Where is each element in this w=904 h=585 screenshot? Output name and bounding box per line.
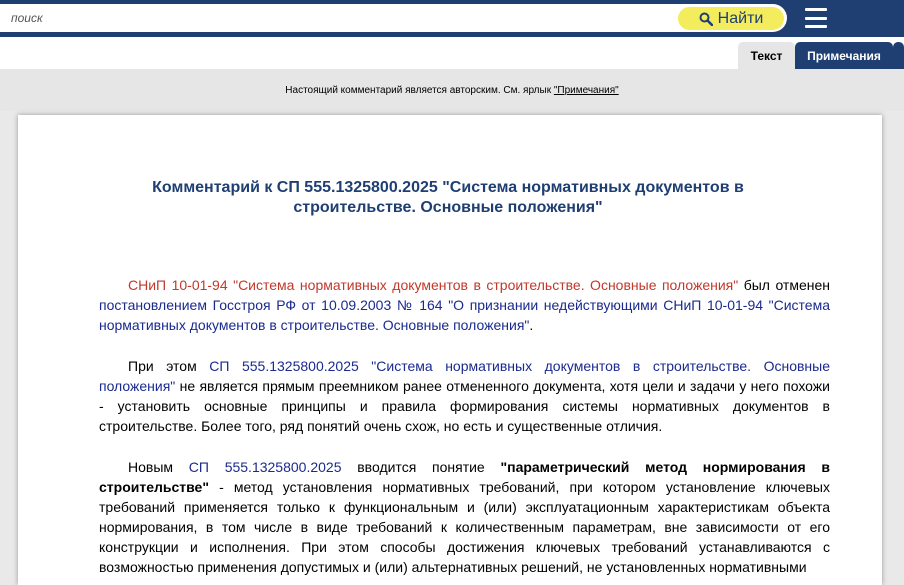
tab-notes[interactable]: Примечания	[795, 42, 893, 69]
paragraph-text: не является прямым преемником ранее отме…	[99, 378, 830, 434]
paragraph-3: Новым СП 555.1325800.2025 вводится понят…	[99, 457, 830, 577]
magnifier-icon	[699, 12, 713, 26]
document-title: Комментарий к СП 555.1325800.2025 "Систе…	[152, 179, 744, 216]
paragraph-text: был отменен	[738, 277, 830, 293]
search-button[interactable]: Найти	[678, 7, 784, 30]
tab-overflow[interactable]	[893, 42, 904, 69]
document-page: Комментарий к СП 555.1325800.2025 "Систе…	[18, 115, 882, 585]
search-input[interactable]	[0, 4, 787, 32]
paragraph-text: .	[529, 317, 534, 333]
paragraph-text: - метод установления нормативных требова…	[99, 479, 830, 575]
paragraph-1: СНиП 10-01-94 "Система нормативных докум…	[99, 275, 830, 335]
paragraph-text: При этом	[128, 358, 210, 374]
paragraph-text: Новым	[128, 459, 189, 475]
hamburger-icon-bar	[805, 16, 827, 20]
search-button-label: Найти	[717, 9, 764, 27]
tab-text[interactable]: Текст	[738, 42, 795, 69]
snip-link[interactable]: СНиП 10-01-94 "Система нормативных докум…	[128, 277, 738, 293]
hamburger-icon-bar	[805, 8, 827, 11]
hamburger-icon-bar	[805, 25, 827, 28]
notice-text: Настоящий комментарий является авторским…	[285, 84, 554, 96]
decree-link[interactable]: постановлением Госстроя РФ от 10.09.2003…	[99, 297, 830, 333]
paragraph-text: вводится понятие	[341, 459, 501, 475]
search-bar: Найти	[0, 0, 904, 37]
notice-bar: Настоящий комментарий является авторским…	[0, 69, 904, 111]
sp-link[interactable]: СП 555.1325800.2025	[189, 459, 342, 475]
menu-button[interactable]	[805, 8, 827, 28]
paragraph-2: При этом СП 555.1325800.2025 "Система но…	[99, 356, 830, 436]
notice-notes-link[interactable]: "Примечания"	[554, 85, 619, 96]
